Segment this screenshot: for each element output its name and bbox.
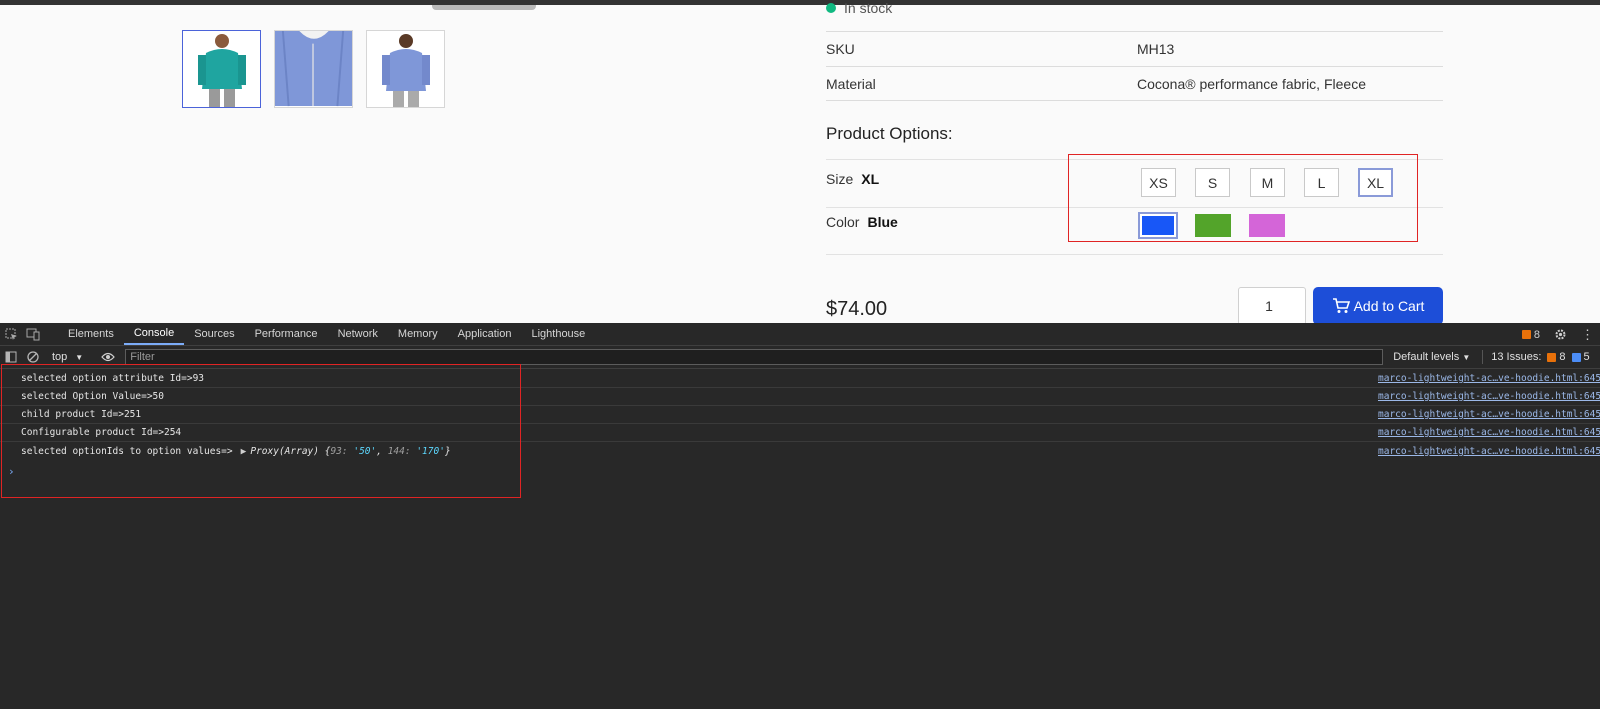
options-divider [826,159,1443,160]
size-xl-button[interactable]: XL [1358,168,1393,197]
issues-count: 8 [1533,328,1540,341]
attribute-row-sku: SKU MH13 [826,31,1443,66]
size-option-label: Size XL [826,171,879,187]
thumbnail-blue-hoodie-back[interactable] [366,30,445,108]
product-options-title: Product Options: [826,124,953,143]
thumbnail-teal-hoodie[interactable] [182,30,261,108]
log-levels-label: Default levels [1393,351,1460,363]
browser-top-edge [0,0,1600,5]
attribute-value: Cocona® performance fabric, Fleece [1137,75,1366,92]
color-swatch-blue[interactable] [1138,212,1178,239]
tab-console[interactable]: Console [123,323,185,345]
color-selected-value: Blue [867,214,898,230]
add-to-cart-label: Add to Cart [1353,298,1425,314]
console-source-link[interactable]: marco-lightweight-ac…ve-hoodie.html:645 [1378,373,1600,384]
product-thumbnails [182,30,445,108]
tab-application[interactable]: Application [448,323,522,345]
size-label: Size [826,171,854,187]
tab-memory[interactable]: Memory [388,323,448,345]
log-levels-dropdown[interactable]: Default levels ▼ [1393,351,1470,363]
size-l-button[interactable]: L [1304,168,1339,197]
inspect-element-icon[interactable] [0,323,22,345]
console-log-row: selected Option Value=>50 marco-lightwei… [0,388,1600,406]
live-expression-eye-icon[interactable] [101,352,116,362]
tab-performance[interactable]: Performance [245,323,328,345]
size-selected-value: XL [861,171,880,187]
quantity-input[interactable] [1238,287,1306,325]
thumbnail-blue-hoodie-front[interactable] [274,30,353,108]
color-swatch-purple[interactable] [1249,214,1285,237]
issues-counter[interactable]: 8 [1521,328,1540,341]
devtools-panel: Elements Console Sources Performance Net… [0,323,1600,709]
console-log-row: selected optionIds to option values=> ▶ P… [0,442,1600,460]
console-message: selected option attribute Id=>93 [21,373,205,384]
proxy-type: Proxy(Array) [250,445,319,457]
product-price: $74.00 [826,298,888,320]
issue-flag-icon [1521,330,1531,340]
console-filter-input[interactable] [125,349,1384,365]
cart-icon [1332,298,1350,313]
attribute-row-material: Material Cocona® performance fabric, Fle… [826,66,1443,101]
tab-network[interactable]: Network [328,323,388,345]
console-message: Configurable product Id=>254 [21,427,182,438]
sidebar-toggle-icon[interactable] [0,351,22,363]
devtools-tab-actions: 8 ⋮ [1521,323,1594,346]
console-source-link[interactable]: marco-lightweight-ac…ve-hoodie.html:645 [1378,391,1600,402]
attribute-label: Material [826,75,876,92]
main-product-image-edge [432,5,536,10]
issues-warn-count: 8 [1559,351,1566,363]
context-label: top [52,351,68,363]
console-message: child product Id=>251 [21,409,142,420]
info-flag-icon [1571,352,1581,362]
proxy-key: 93 [330,445,342,457]
stock-status-label: In stock [844,0,893,16]
color-label: Color [826,214,860,230]
console-source-link[interactable]: marco-lightweight-ac…ve-hoodie.html:645 [1378,409,1600,420]
issues-summary-label: 13 Issues: [1491,351,1542,363]
proxy-key: 144 [387,445,405,457]
issue-flag-icon [1547,352,1557,362]
color-option-label: Color Blue [826,214,898,230]
attribute-label: SKU [826,41,855,57]
proxy-value: '50' [353,445,377,457]
chevron-down-icon: ▼ [75,352,84,362]
devtools-tab-bar: Elements Console Sources Performance Net… [0,323,1600,346]
proxy-value: '170' [416,445,445,457]
console-log-row: selected option attribute Id=>93 marco-l… [0,370,1600,388]
chevron-down-icon: ▼ [1462,353,1471,362]
issues-summary[interactable]: 13 Issues: 8 5 [1491,351,1589,363]
console-log-row: child product Id=>251 marco-lightweight-… [0,406,1600,424]
tab-sources[interactable]: Sources [184,323,244,345]
tab-elements[interactable]: Elements [58,323,124,345]
console-log-row: Configurable product Id=>254 marco-light… [0,424,1600,442]
console-prompt-icon[interactable]: › [8,465,15,478]
in-stock-dot-icon [826,3,836,13]
size-m-button[interactable]: M [1250,168,1285,197]
console-message: selected Option Value=>50 [21,391,164,402]
options-divider [826,254,1443,255]
console-toolbar: top ▼ Default levels ▼ 13 Issues: 8 5 [0,346,1600,369]
issues-info-count: 5 [1583,351,1590,363]
size-s-button[interactable]: S [1195,168,1230,197]
add-to-cart-button[interactable]: Add to Cart [1313,287,1443,325]
console-source-link[interactable]: marco-lightweight-ac…ve-hoodie.html:645 [1378,427,1600,438]
tab-lighthouse[interactable]: Lighthouse [521,323,595,345]
color-swatch-green[interactable] [1195,214,1231,237]
more-options-icon[interactable]: ⋮ [1581,327,1594,343]
expand-triangle-icon: ▶ [240,445,247,457]
size-xs-button[interactable]: XS [1141,168,1176,197]
context-selector[interactable]: top ▼ [52,351,83,363]
device-toolbar-icon[interactable] [22,323,44,345]
options-divider [826,207,1443,208]
attribute-value: MH13 [1137,41,1175,57]
console-source-link[interactable]: marco-lightweight-ac…ve-hoodie.html:645 [1378,446,1600,457]
console-message: selected optionIds to option values=> [21,445,233,457]
stock-status: In stock [826,0,892,16]
settings-gear-icon[interactable] [1554,328,1567,341]
proxy-object-preview[interactable]: ▶ Proxy(Array) {93: '50', 144: '170'} [241,446,451,457]
clear-console-icon[interactable] [22,351,44,363]
toolbar-divider [1482,350,1484,364]
